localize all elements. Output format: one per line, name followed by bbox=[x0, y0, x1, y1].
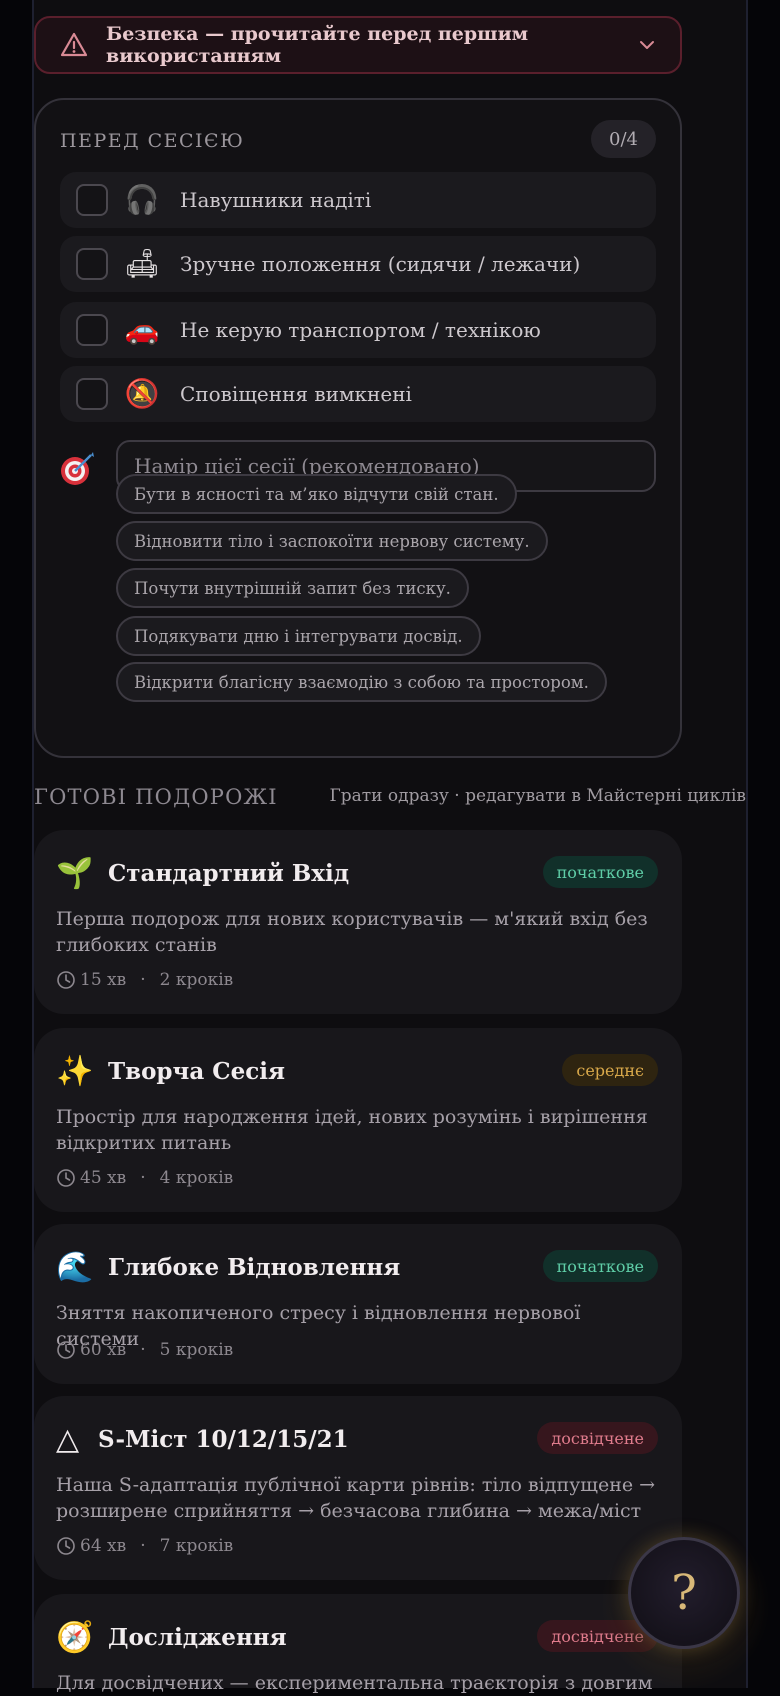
journey-title: Глибоке Відновлення bbox=[108, 1254, 401, 1281]
sparkles-icon: ✨ bbox=[56, 1054, 94, 1089]
before-session-heading: ПЕРЕД СЕСІЄЮ bbox=[60, 130, 245, 152]
level-badge: початкове bbox=[542, 1250, 658, 1282]
journey-steps: 5 кроків bbox=[159, 1340, 234, 1360]
journeys-heading: ГОТОВІ ПОДОРОЖІ bbox=[34, 785, 278, 809]
couch-icon: 🛋 bbox=[124, 247, 160, 280]
checkbox[interactable] bbox=[76, 184, 108, 216]
journeys-subtitle: Грати одразу · редагувати в Майстерні ци… bbox=[329, 786, 747, 806]
journey-card-s-bridge[interactable]: △ S-Міст 10/12/15/21 досвідчене Наша S-а… bbox=[34, 1396, 682, 1580]
intent-suggestion-chip[interactable]: Почути внутрішній запит без тиску. bbox=[116, 568, 469, 608]
clock-icon bbox=[57, 1341, 75, 1359]
safety-title: Безпека — прочитайте перед першим викори… bbox=[106, 23, 529, 67]
clock-icon bbox=[57, 971, 75, 989]
checkbox[interactable] bbox=[76, 314, 108, 346]
intent-suggestion-chip[interactable]: Подякувати дню і інтегрувати досвід. bbox=[116, 616, 481, 656]
clock-icon bbox=[57, 1169, 75, 1187]
journey-title: Дослідження bbox=[108, 1624, 287, 1651]
level-badge: середнє bbox=[562, 1054, 658, 1086]
meta-separator: · bbox=[140, 1340, 146, 1360]
car-icon: 🚗 bbox=[124, 313, 160, 346]
seedling-icon: 🌱 bbox=[56, 856, 94, 891]
journey-meta: 64 хв · 7 кроків bbox=[56, 1536, 233, 1556]
journey-card-standard-entry[interactable]: 🌱 Стандартний Вхід початкове Перша подор… bbox=[34, 830, 682, 1014]
level-badge: досвідчене bbox=[537, 1422, 658, 1454]
journey-meta: 45 хв · 4 кроків bbox=[56, 1168, 233, 1188]
journey-description: Перша подорож для нових користувачів — м… bbox=[56, 908, 648, 956]
journey-duration: 64 хв bbox=[80, 1536, 127, 1556]
checkbox[interactable] bbox=[76, 248, 108, 280]
checklist-item-label: Не керую транспортом / технікою bbox=[180, 318, 541, 342]
journey-duration: 60 хв bbox=[80, 1340, 127, 1360]
intent-suggestion-chip[interactable]: Відновити тіло і заспокоїти нервову сист… bbox=[116, 521, 548, 561]
meta-separator: · bbox=[140, 1168, 146, 1188]
triangle-icon: △ bbox=[56, 1422, 80, 1457]
journey-title: Творча Сесія bbox=[108, 1058, 285, 1085]
before-session-card: ПЕРЕД СЕСІЄЮ 0/4 🎧 Навушники надіті 🛋 Зр… bbox=[34, 98, 682, 758]
journey-steps: 4 кроків bbox=[159, 1168, 234, 1188]
safety-banner[interactable]: Безпека — прочитайте перед першим викори… bbox=[34, 16, 682, 74]
journey-card-creative-session[interactable]: ✨ Творча Сесія середнє Простір для народ… bbox=[34, 1028, 682, 1212]
wave-icon: 🌊 bbox=[56, 1250, 94, 1285]
journey-steps: 7 кроків bbox=[159, 1536, 234, 1556]
help-button[interactable]: ? bbox=[628, 1537, 740, 1649]
checklist-item-not-driving[interactable]: 🚗 Не керую транспортом / технікою bbox=[60, 302, 656, 358]
checklist-item-label: Зручне положення (сидячи / лежачи) bbox=[180, 252, 581, 276]
checklist-item-label: Сповіщення вимкнені bbox=[180, 382, 412, 406]
journey-description: Простір для народження ідей, нових розум… bbox=[56, 1106, 648, 1154]
clock-icon bbox=[57, 1537, 75, 1555]
checklist-item-headphones[interactable]: 🎧 Навушники надіті bbox=[60, 172, 656, 228]
journey-meta: 60 хв · 5 кроків bbox=[56, 1340, 233, 1360]
journey-steps: 2 кроків bbox=[159, 970, 234, 990]
journey-card-deep-recovery[interactable]: 🌊 Глибоке Відновлення початкове Зняття н… bbox=[34, 1224, 682, 1384]
bell-off-icon: 🔕 bbox=[124, 377, 160, 410]
target-icon bbox=[61, 452, 94, 485]
intent-suggestion-chip[interactable]: Бути в ясності та м’яко відчути свій ста… bbox=[116, 474, 517, 514]
journey-description: Наша S-адаптація публічної карти рівнів:… bbox=[56, 1474, 656, 1522]
journey-duration: 45 хв bbox=[80, 1168, 127, 1188]
level-badge: початкове bbox=[542, 856, 658, 888]
meta-separator: · bbox=[140, 1536, 146, 1556]
meta-separator: · bbox=[140, 970, 146, 990]
checklist-item-notifications[interactable]: 🔕 Сповіщення вимкнені bbox=[60, 366, 656, 422]
compass-icon: 🧭 bbox=[56, 1620, 94, 1655]
journey-meta: 15 хв · 2 кроків bbox=[56, 970, 233, 990]
chevron-down-icon[interactable] bbox=[638, 36, 656, 54]
journey-card-exploration[interactable]: 🧭 Дослідження досвідчене Для досвідчених… bbox=[34, 1594, 682, 1694]
journey-duration: 15 хв bbox=[80, 970, 127, 990]
journey-title: Стандартний Вхід bbox=[108, 860, 350, 887]
checklist-progress-badge: 0/4 bbox=[591, 120, 656, 158]
checkbox[interactable] bbox=[76, 378, 108, 410]
checklist-item-label: Навушники надіті bbox=[180, 188, 372, 212]
checklist-item-position[interactable]: 🛋 Зручне положення (сидячи / лежачи) bbox=[60, 236, 656, 292]
intent-suggestion-chip[interactable]: Відкрити благісну взаємодію з собою та п… bbox=[116, 662, 607, 702]
journey-title: S-Міст 10/12/15/21 bbox=[98, 1426, 349, 1453]
headphones-icon: 🎧 bbox=[124, 183, 160, 216]
warning-icon bbox=[60, 32, 88, 57]
journey-description: Для досвідчених — експериментальна траєк… bbox=[56, 1672, 656, 1694]
